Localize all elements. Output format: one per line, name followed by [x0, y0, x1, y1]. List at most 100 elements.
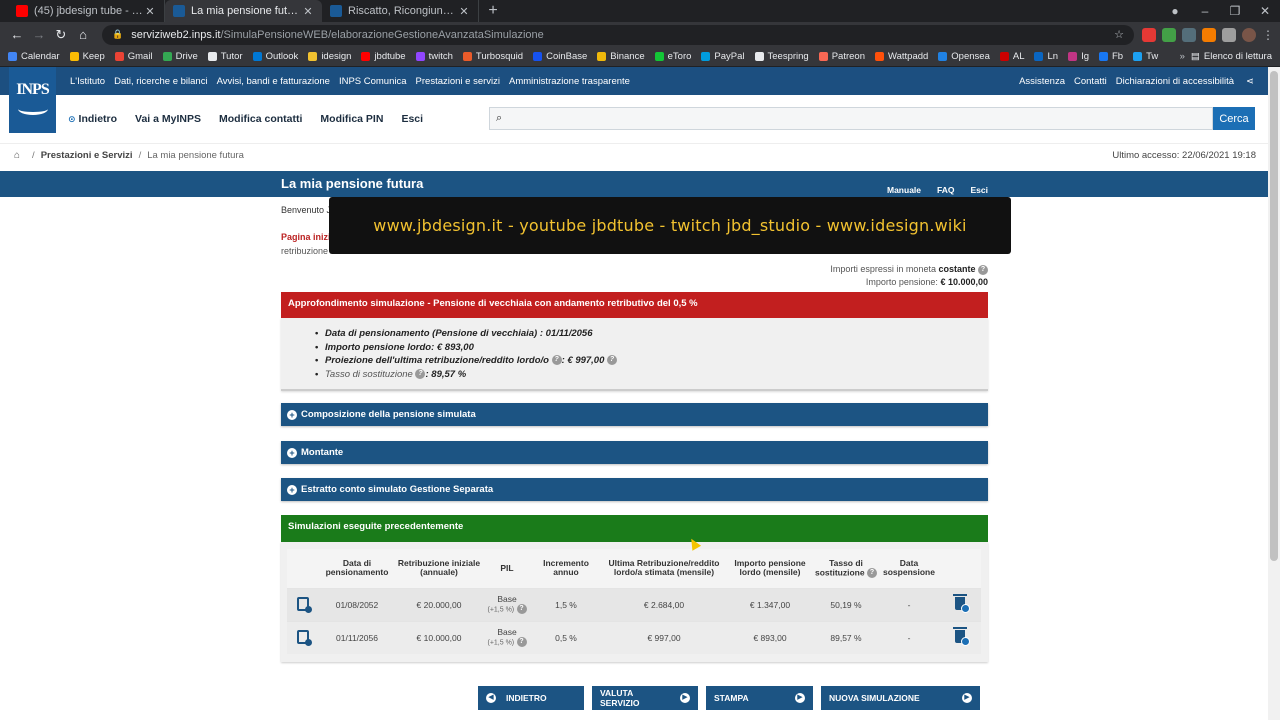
extension-icon[interactable] [1182, 27, 1196, 42]
reload-icon[interactable]: ↻ [50, 27, 72, 43]
nav-avvisi[interactable]: Avvisi, bandi e fatturazione [217, 76, 330, 87]
bookmark-ig[interactable]: Ig [1068, 51, 1089, 62]
cell-sospensione: - [879, 620, 939, 654]
bookmark-tutor[interactable]: Tutor [207, 51, 243, 62]
document-detail-icon[interactable] [297, 596, 312, 613]
home-icon[interactable]: ⌂ [14, 150, 20, 161]
bookmark-outlook[interactable]: Outlook [252, 51, 298, 62]
nav-amministrazione[interactable]: Amministrazione trasparente [509, 76, 630, 87]
bookmark-teespring[interactable]: Teespring [754, 51, 809, 62]
breadcrumb-separator: / [32, 150, 35, 161]
extension-icon[interactable] [1162, 27, 1176, 42]
browser-tab-youtube[interactable]: (45) jbdesign tube - YouTube ✕ [8, 0, 165, 22]
cell-importo: € 1.347,00 [727, 587, 813, 621]
extension-icon[interactable] [1202, 27, 1216, 42]
bookmark-opensea[interactable]: Opensea [938, 51, 990, 62]
breadcrumb-prestazioni[interactable]: Prestazioni e Servizi [41, 150, 133, 161]
bookmark-wattpadd[interactable]: Wattpadd [874, 51, 928, 62]
scrollbar-thumb[interactable] [1270, 71, 1278, 561]
nav-dati[interactable]: Dati, ricerche e bilanci [114, 76, 207, 87]
bookmark-gmail[interactable]: Gmail [114, 51, 153, 62]
nav-accessibilita[interactable]: Dichiarazioni di accessibilità [1116, 76, 1234, 87]
nav-contatti[interactable]: Contatti [1074, 76, 1107, 87]
bookmark-coinbase[interactable]: CoinBase [533, 51, 587, 62]
bookmark-binance[interactable]: Binance [597, 51, 645, 62]
bookmark-favicon-icon [8, 52, 17, 61]
bookmark-etoro[interactable]: eToro [654, 51, 691, 62]
bookmark-twitch[interactable]: twitch [415, 51, 453, 62]
search-icon: ⌕ [496, 112, 503, 124]
bookmark-idesign[interactable]: idesign [308, 51, 351, 62]
esci-link[interactable]: Esci [401, 113, 423, 125]
help-icon[interactable]: ? [978, 264, 988, 275]
bookmark-jbdtube[interactable]: jbdtube [361, 51, 406, 62]
help-icon[interactable]: ? [607, 355, 618, 366]
reading-list[interactable]: » ▤ Elenco di lettura [1180, 51, 1272, 62]
valuta-servizio-button[interactable]: VALUTA SERVIZIO ▶ [592, 686, 698, 710]
new-tab-button[interactable]: + [479, 0, 507, 22]
bookmark-keep[interactable]: Keep [69, 51, 105, 62]
stampa-button[interactable]: STAMPA ▶ [706, 686, 813, 710]
bookmark-paypal[interactable]: PayPal [701, 51, 745, 62]
extension-icon[interactable] [1142, 27, 1156, 42]
page-scrollbar[interactable] [1268, 67, 1280, 720]
bookmark-calendar[interactable]: Calendar [8, 51, 60, 62]
browser-tab-riscatto[interactable]: Riscatto, Ricongiunzione e altre ✕ [322, 0, 479, 22]
help-icon[interactable]: ? [866, 567, 877, 578]
manuale-link[interactable]: Manuale [887, 185, 921, 195]
search-button[interactable]: Cerca [1213, 107, 1255, 130]
bookmark-tw[interactable]: Tw [1133, 51, 1158, 62]
importo-pensione: Importo pensione lordo: € 893,00 [315, 341, 988, 355]
nuova-simulazione-button[interactable]: NUOVA SIMULAZIONE ▶ [821, 686, 980, 710]
minimize-button[interactable]: – [1190, 0, 1220, 22]
nav-istituto[interactable]: L'Istituto [70, 76, 105, 87]
nav-comunica[interactable]: INPS Comunica [339, 76, 407, 87]
bookmark-drive[interactable]: Drive [162, 51, 198, 62]
esci-title-link[interactable]: Esci [971, 185, 989, 195]
menu-icon[interactable]: ⋮ [1262, 28, 1274, 42]
nav-assistenza[interactable]: Assistenza [1019, 76, 1065, 87]
bookmark-turbosquid[interactable]: Turbosquid [462, 51, 523, 62]
help-icon[interactable]: ? [516, 603, 527, 614]
search-input[interactable]: ⌕ [489, 107, 1213, 130]
bookmark-ln[interactable]: Ln [1034, 51, 1058, 62]
back-link[interactable]: ⊙ Indietro [68, 113, 117, 125]
profile-icon[interactable]: ● [1160, 0, 1190, 22]
help-icon[interactable]: ? [415, 368, 426, 379]
indietro-button[interactable]: ◀ INDIETRO [478, 686, 584, 710]
url-field[interactable]: 🔒 serviziweb2.inps.it /SimulaPensioneWEB… [102, 24, 1134, 45]
bookmark-favicon-icon [938, 52, 948, 61]
bookmark-patreon[interactable]: Patreon [818, 51, 865, 62]
trash-icon[interactable] [953, 594, 970, 613]
document-detail-icon[interactable] [297, 629, 312, 646]
modifica-pin-link[interactable]: Modifica PIN [320, 113, 383, 125]
nav-prestazioni[interactable]: Prestazioni e servizi [416, 76, 500, 87]
modifica-contatti-link[interactable]: Modifica contatti [219, 113, 302, 125]
help-icon[interactable]: ? [551, 355, 562, 366]
home-icon[interactable]: ⌂ [72, 27, 94, 42]
bookmark-star-icon[interactable]: ☆ [1114, 28, 1124, 41]
accordion-estratto-conto[interactable]: + Estratto conto simulato Gestione Separa… [281, 478, 988, 501]
accordion-montante[interactable]: + Montante [281, 441, 988, 464]
close-icon[interactable]: ✕ [302, 5, 314, 18]
bookmark-al[interactable]: AL [999, 51, 1024, 62]
help-icon[interactable]: ? [516, 637, 527, 648]
close-window-button[interactable]: ✕ [1250, 0, 1280, 22]
back-arrow-icon[interactable]: ← [6, 27, 28, 42]
myinps-link[interactable]: Vai a MyINPS [135, 113, 201, 125]
bookmark-fb[interactable]: Fb [1099, 51, 1123, 62]
faq-link[interactable]: FAQ [937, 185, 954, 195]
back-circle-icon: ⊙ [68, 113, 76, 124]
puzzle-icon[interactable] [1222, 27, 1236, 42]
close-icon[interactable]: ✕ [458, 5, 470, 18]
trash-icon[interactable] [953, 627, 970, 647]
back-label: Indietro [78, 113, 118, 125]
browser-tab-pensione[interactable]: La mia pensione futura ✕ [165, 0, 322, 22]
accordion-composizione[interactable]: + Composizione della pensione simulata [281, 403, 988, 426]
share-icon[interactable]: ⋖ [1246, 76, 1254, 87]
avatar[interactable] [1242, 27, 1256, 42]
maximize-button[interactable]: ❐ [1220, 0, 1250, 22]
inps-logo[interactable]: INPS [9, 67, 56, 133]
forward-arrow-icon[interactable]: → [28, 27, 50, 42]
close-icon[interactable]: ✕ [144, 5, 156, 18]
